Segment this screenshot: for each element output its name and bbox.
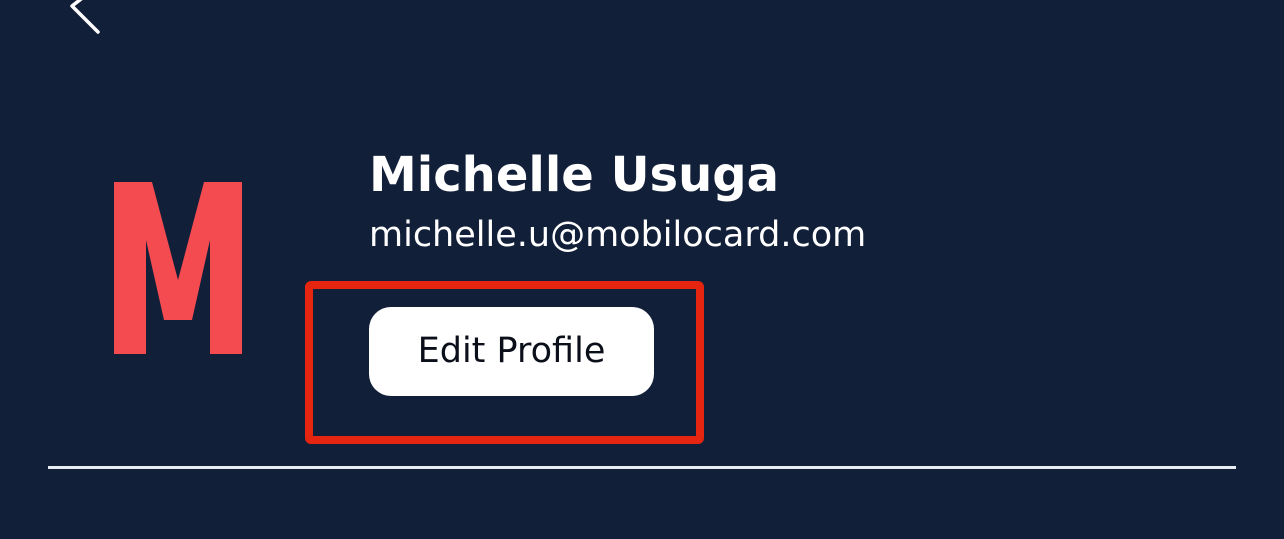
- avatar: M: [102, 170, 254, 366]
- edit-profile-button[interactable]: Edit Profile: [369, 307, 654, 396]
- divider: [48, 466, 1236, 469]
- avatar-letter: M: [102, 366, 103, 367]
- profile-email: michelle.u@mobilocard.com: [369, 215, 867, 255]
- avatar-monogram: [114, 182, 242, 354]
- chevron-left-icon: [70, 0, 100, 34]
- profile-screen: M Michelle Usuga michelle.u@mobilocard.c…: [0, 0, 1284, 539]
- back-button[interactable]: [58, 0, 114, 42]
- profile-name: Michelle Usuga: [369, 147, 780, 203]
